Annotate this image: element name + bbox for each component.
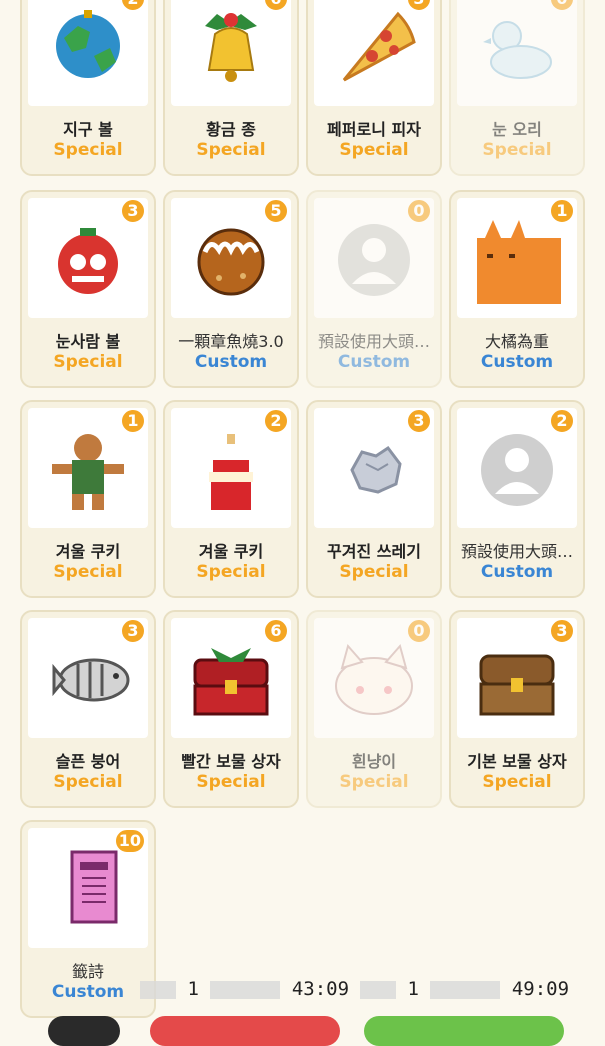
item-name: 눈 오리 xyxy=(492,120,542,139)
earth-ball-icon xyxy=(56,10,120,78)
item-card[interactable]: 6 빨간 보물 상자 Special xyxy=(163,610,299,808)
count-badge: 3 xyxy=(406,408,432,434)
golden-bell-icon xyxy=(205,13,257,82)
item-type: Special xyxy=(53,562,123,582)
item-name: 籤詩 xyxy=(71,962,104,981)
item-type: Special xyxy=(53,352,123,372)
item-type: Special xyxy=(53,140,123,160)
count-badge: 3 xyxy=(120,198,146,224)
item-name: 꾸겨진 쓰레기 xyxy=(327,542,421,561)
item-card[interactable]: 5 一顆章魚燒3.0 Custom xyxy=(163,190,299,388)
item-thumb xyxy=(171,0,291,106)
timer-count: 1 xyxy=(187,978,199,1000)
blurred-label xyxy=(140,980,176,999)
item-thumb xyxy=(314,0,434,106)
timer-2: 1 49:09 xyxy=(360,978,569,1000)
item-card[interactable]: 2 지구 볼 Special xyxy=(20,0,156,176)
item-name: 흰냥이 xyxy=(351,752,397,771)
item-type: Custom xyxy=(337,352,411,372)
item-thumb xyxy=(457,0,577,106)
count-badge: 2 xyxy=(263,408,289,434)
item-type: Special xyxy=(196,772,266,792)
item-name: 預設使用大頭… xyxy=(460,542,573,561)
item-card[interactable]: 2 預設使用大頭… Custom xyxy=(449,400,585,598)
item-type: Special xyxy=(53,772,123,792)
timer-1: 1 43:09 xyxy=(140,978,349,1000)
item-name: 황금 종 xyxy=(206,120,256,139)
item-card[interactable]: 6 황금 종 Special xyxy=(163,0,299,176)
count-badge: 10 xyxy=(113,828,146,854)
item-grid: 2 지구 볼 Special 6 황금 종 Special 3 페퍼로니 피 xyxy=(0,0,605,1024)
timer-time: 49:09 xyxy=(511,978,570,1000)
item-card[interactable]: 0 흰냥이 Special xyxy=(306,610,442,808)
bottom-button-dark[interactable] xyxy=(48,1016,120,1046)
timer-time: 43:09 xyxy=(291,978,350,1000)
item-card[interactable]: 0 눈 오리 Special xyxy=(449,0,585,176)
timer-count: 1 xyxy=(407,978,419,1000)
item-type: Custom xyxy=(480,352,554,372)
blurred-label xyxy=(360,980,396,999)
item-thumb xyxy=(28,0,148,106)
item-card[interactable]: 1 大橘為重 Custom xyxy=(449,190,585,388)
bottom-button-green[interactable] xyxy=(364,1016,564,1046)
pizza-icon xyxy=(342,11,416,82)
item-type: Special xyxy=(339,140,409,160)
item-name: 겨울 쿠키 xyxy=(198,542,264,561)
item-name: 슬픈 붕어 xyxy=(55,752,121,771)
count-badge: 1 xyxy=(120,408,146,434)
count-badge: 0 xyxy=(406,618,432,644)
item-name: 겨울 쿠키 xyxy=(55,542,121,561)
bottom-button-red[interactable] xyxy=(150,1016,340,1046)
item-card[interactable]: 2 겨울 쿠키 Special xyxy=(163,400,299,598)
item-type: Custom xyxy=(480,562,554,582)
count-badge: 3 xyxy=(549,618,575,644)
item-name: 大橘為重 xyxy=(484,332,549,351)
item-card[interactable]: 3 눈사람 볼 Special xyxy=(20,190,156,388)
count-badge: 5 xyxy=(263,198,289,224)
item-card[interactable]: 10 籤詩 Custom xyxy=(20,820,156,1018)
count-badge: 0 xyxy=(406,198,432,224)
item-name: 빨간 보물 상자 xyxy=(181,752,281,771)
item-name: 페퍼로니 피자 xyxy=(327,120,421,139)
item-name: 눈사람 볼 xyxy=(55,332,121,351)
item-card[interactable]: 3 꾸겨진 쓰레기 Special xyxy=(306,400,442,598)
count-badge: 3 xyxy=(120,618,146,644)
item-name: 一顆章魚燒3.0 xyxy=(178,332,284,351)
item-type: Special xyxy=(339,772,409,792)
item-name: 기본 보물 상자 xyxy=(467,752,567,771)
item-card[interactable]: 1 겨울 쿠키 Special xyxy=(20,400,156,598)
item-card[interactable]: 3 슬픈 붕어 Special xyxy=(20,610,156,808)
timer-bar: 1 43:09 1 49:09 xyxy=(140,978,580,1006)
item-type: Special xyxy=(196,140,266,160)
item-type: Custom xyxy=(194,352,268,372)
count-badge: 1 xyxy=(549,198,575,224)
item-card[interactable]: 3 기본 보물 상자 Special xyxy=(449,610,585,808)
item-type: Special xyxy=(482,140,552,160)
item-type: Special xyxy=(196,562,266,582)
item-name: 지구 볼 xyxy=(63,120,113,139)
item-name: 預設使用大頭… xyxy=(317,332,430,351)
item-type: Special xyxy=(339,562,409,582)
item-type: Special xyxy=(482,772,552,792)
item-card[interactable]: 0 預設使用大頭… Custom xyxy=(306,190,442,388)
count-badge: 6 xyxy=(263,618,289,644)
blurred-label xyxy=(430,980,501,999)
count-badge: 2 xyxy=(549,408,575,434)
item-type: Custom xyxy=(51,982,125,1002)
snow-duck-icon xyxy=(483,21,552,79)
blurred-label xyxy=(210,980,281,999)
item-card[interactable]: 3 페퍼로니 피자 Special xyxy=(306,0,442,176)
